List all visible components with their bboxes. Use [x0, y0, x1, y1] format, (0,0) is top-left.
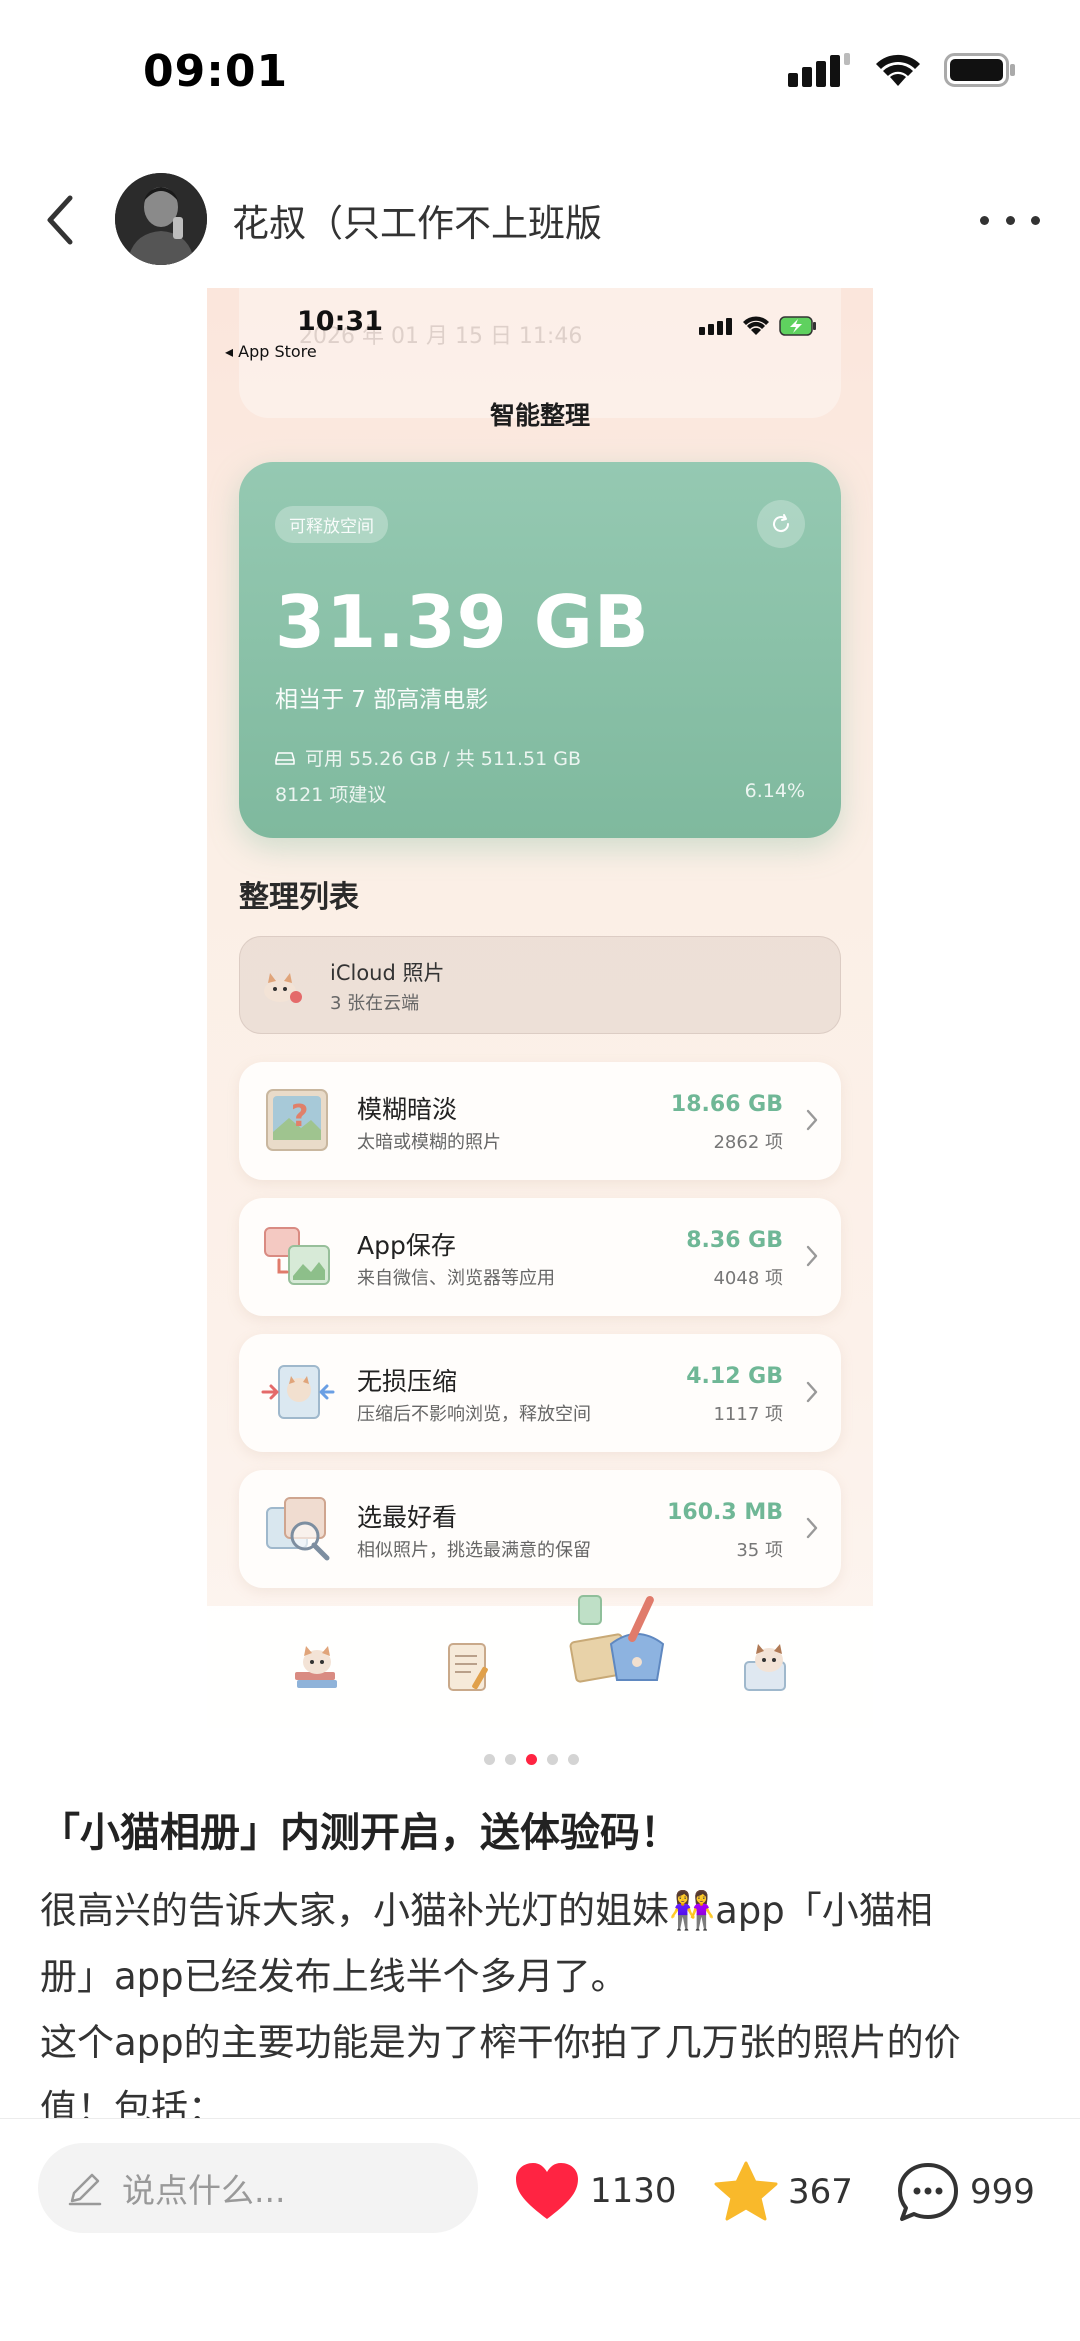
- row-subtitle: 压缩后不影响浏览，释放空间: [357, 1404, 591, 1425]
- disk-usage: 可用 55.26 GB / 共 511.51 GB: [275, 744, 581, 771]
- cellular-signal-icon: [788, 53, 850, 87]
- row-subtitle: 相似照片，挑选最满意的保留: [357, 1540, 591, 1561]
- comment-button[interactable]: 999: [896, 2161, 1035, 2223]
- inner-wifi-icon: [743, 316, 769, 335]
- post-body-line: 这个app的主要功能是为了榨干你拍了几万张的照片的价: [40, 2021, 961, 2064]
- cleanup-row-blurry[interactable]: ? 模糊暗淡 太暗或模糊的照片 18.66 GB 2862 项: [239, 1062, 841, 1180]
- suggestion-count: 8121 项建议: [275, 784, 387, 806]
- more-dot: [980, 215, 989, 225]
- row-count: 4048 项: [713, 1268, 783, 1289]
- cat-books-tab-icon[interactable]: [287, 1638, 347, 1698]
- chevron-right-icon: [806, 1109, 818, 1131]
- row-title: App保存: [357, 1231, 456, 1260]
- comment-input[interactable]: 说点什么...: [38, 2143, 478, 2233]
- row-title: 无损压缩: [357, 1367, 458, 1396]
- row-title: 选最好看: [357, 1503, 458, 1532]
- row-size: 8.36 GB: [686, 1228, 783, 1253]
- back-to-app-store: ◂ App Store: [225, 342, 317, 361]
- refresh-icon: [773, 514, 790, 533]
- disk-icon: [275, 751, 295, 765]
- status-icons: [788, 52, 1016, 88]
- like-button[interactable]: 1130: [514, 2161, 677, 2221]
- chevron-right-icon: [806, 1381, 818, 1403]
- icloud-title: iCloud 照片: [330, 961, 445, 985]
- post-body: 很高兴的告诉大家，小猫补光灯的姐妹👭app「小猫相 册」app已经发布上线半个多…: [40, 1878, 1040, 2142]
- carousel-dot-active[interactable]: [526, 1754, 537, 1765]
- svg-text:?: ?: [291, 1099, 308, 1134]
- best-pick-icon: [266, 1497, 330, 1561]
- comment-placeholder: 说点什么...: [122, 2171, 286, 2210]
- favorite-count: 367: [788, 2172, 853, 2212]
- inner-page-title: 智能整理: [489, 401, 590, 430]
- inner-battery-charging-icon: [779, 316, 816, 336]
- row-size: 18.66 GB: [670, 1092, 783, 1117]
- cleanup-row-compress[interactable]: 无损压缩 压缩后不影响浏览，释放空间 4.12 GB 1117 项: [239, 1334, 841, 1452]
- free-space-equivalent: 相当于 7 部高清电影: [275, 687, 489, 713]
- avatar-portrait-icon: [115, 173, 207, 265]
- row-size: 160.3 MB: [667, 1500, 783, 1525]
- more-options-button[interactable]: [980, 200, 1040, 240]
- author-avatar[interactable]: [115, 173, 207, 265]
- cleanup-row-app-saved[interactable]: App保存 来自微信、浏览器等应用 8.36 GB 4048 项: [239, 1198, 841, 1316]
- post-title: 「小猫相册」内测开启，送体验码！: [40, 1810, 680, 1856]
- comment-count: 999: [970, 2172, 1035, 2212]
- heart-icon: [516, 2163, 578, 2219]
- app-saved-icon: [264, 1227, 330, 1285]
- free-space-card: 可释放空间 31.39 GB 相当于 7 部高清电影 可用 55.26 GB /…: [239, 462, 841, 838]
- like-count: 1130: [590, 2171, 677, 2211]
- row-subtitle: 太暗或模糊的照片: [357, 1132, 501, 1153]
- disk-usage-text: 可用 55.26 GB / 共 511.51 GB: [305, 748, 582, 770]
- free-space-percent: 6.14%: [744, 780, 805, 802]
- more-dot: [1031, 215, 1040, 225]
- back-button[interactable]: [40, 190, 80, 250]
- author-name[interactable]: 花叔（只工作不上班版: [232, 193, 602, 247]
- compress-icon: [261, 1365, 335, 1419]
- bottom-action-bar: 说点什么... 1130 367 999: [0, 2118, 1080, 2341]
- cleanup-list-title: 整理列表: [239, 880, 359, 915]
- notebook-tab-icon[interactable]: [437, 1638, 497, 1698]
- cat-card-tab-icon[interactable]: [737, 1638, 797, 1698]
- battery-icon: [944, 53, 1015, 87]
- inner-status-icons: [699, 316, 817, 336]
- carousel-dot[interactable]: [505, 1754, 516, 1765]
- cleanup-row-best-pick[interactable]: 选最好看 相似照片，挑选最满意的保留 160.3 MB 35 项: [239, 1470, 841, 1588]
- chevron-right-icon: [806, 1517, 818, 1539]
- row-subtitle: 来自微信、浏览器等应用: [357, 1268, 555, 1289]
- cleanup-tab-icon[interactable]: [567, 1584, 677, 1694]
- icloud-subtitle: 3 张在云端: [330, 993, 420, 1014]
- row-count: 1117 项: [713, 1404, 783, 1425]
- refresh-button[interactable]: [757, 500, 805, 548]
- pencil-icon: [68, 2173, 102, 2206]
- post-image-carousel[interactable]: 2026 年 01 月 15 日 11:46 10:31 ◂ App Store…: [207, 288, 873, 1728]
- row-size: 4.12 GB: [686, 1364, 783, 1389]
- status-time: 09:01: [143, 46, 289, 97]
- blurry-photo-icon: ?: [266, 1089, 328, 1151]
- inner-tab-bar: [207, 1595, 873, 1728]
- status-bar: 09:01: [0, 0, 1080, 150]
- free-space-amount: 31.39 GB: [275, 580, 650, 664]
- wifi-icon: [876, 54, 920, 86]
- post-body-line: 册」app已经发布上线半个多月了。: [40, 1955, 628, 1998]
- post-body-line: 很高兴的告诉大家，小猫补光灯的姐妹👭app「小猫相: [40, 1889, 933, 1932]
- inner-status-time: 10:31: [297, 306, 383, 337]
- cat-cloud-icon: [264, 973, 302, 1003]
- favorite-button[interactable]: 367: [714, 2161, 853, 2223]
- row-count: 2862 项: [713, 1132, 783, 1153]
- icloud-photos-row[interactable]: iCloud 照片 3 张在云端: [239, 936, 841, 1034]
- carousel-dot[interactable]: [568, 1754, 579, 1765]
- row-count: 35 项: [736, 1540, 783, 1561]
- chevron-right-icon: [806, 1245, 818, 1267]
- carousel-indicator: [484, 1754, 579, 1765]
- post-header: 花叔（只工作不上班版: [0, 160, 1080, 280]
- more-dot: [1005, 215, 1015, 225]
- chevron-left-icon: [47, 195, 73, 245]
- inner-signal-icon: [699, 318, 732, 335]
- carousel-dot[interactable]: [547, 1754, 558, 1765]
- carousel-dot[interactable]: [484, 1754, 495, 1765]
- row-title: 模糊暗淡: [357, 1095, 458, 1124]
- comment-bubble-icon: [898, 2163, 958, 2221]
- free-space-badge: 可释放空间: [275, 506, 388, 543]
- star-icon: [714, 2161, 778, 2221]
